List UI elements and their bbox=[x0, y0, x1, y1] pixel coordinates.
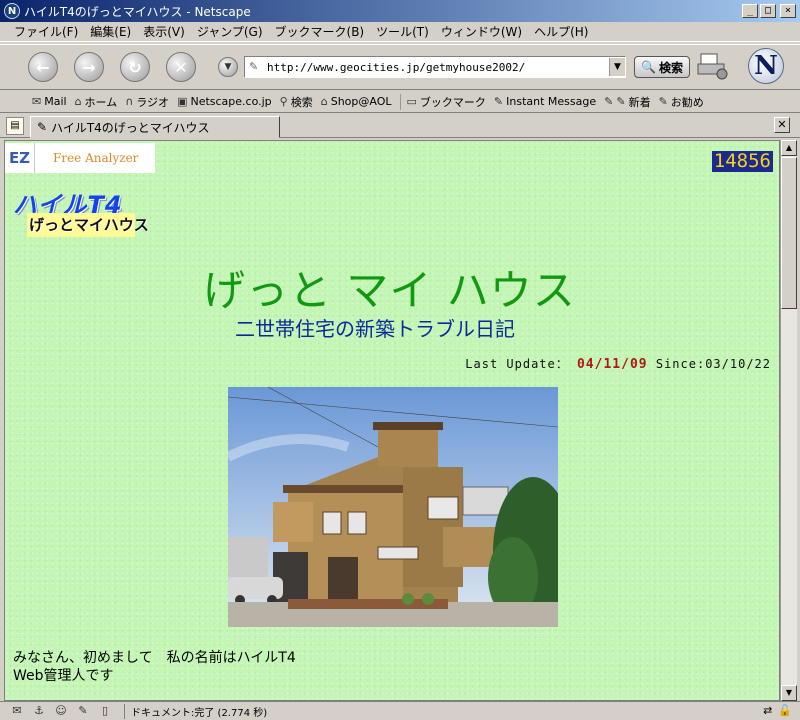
menu-tools[interactable]: ツール(T) bbox=[370, 23, 435, 40]
address-book-icon[interactable]: ▯ bbox=[96, 704, 114, 718]
my-icon: ▣ bbox=[177, 95, 188, 108]
page-icon: ✎ bbox=[658, 95, 668, 108]
menu-view[interactable]: 表示(V) bbox=[137, 23, 191, 40]
navigation-toolbar: ← → ↻ ✕ ▼ ✎ ▼ 🔍 検索 bbox=[0, 44, 800, 90]
security-lock-icon: 🔓 bbox=[778, 704, 792, 717]
site-logo: ハイルT4 げっとマイハウス bbox=[13, 185, 149, 239]
window-titlebar: N ハイルT4のげっとマイハウス - Netscape _ □ × bbox=[0, 0, 800, 22]
tab-bar: ▤ ✎ ハイルT4のげっとマイハウス ✕ bbox=[0, 114, 800, 138]
personal-home[interactable]: ⌂ ホーム bbox=[75, 94, 118, 110]
personal-search[interactable]: ⚲ 検索 bbox=[280, 94, 313, 110]
tab-label: ハイルT4のげっとマイハウス bbox=[51, 120, 210, 135]
url-bar: ✎ ▼ bbox=[244, 56, 626, 78]
stop-icon: ✕ bbox=[174, 57, 188, 77]
page-icon: ✎ bbox=[249, 60, 259, 73]
page-icon: ✎ bbox=[604, 95, 614, 108]
back-button[interactable]: ← bbox=[28, 52, 58, 82]
personal-toolbar: ✉ Mail ⌂ ホーム ∩ ラジオ ▣ Netscape.co.jp ⚲ 検索 ⌂ Sho… bbox=[0, 91, 800, 113]
personal-shop[interactable]: ⌂ Shop@AOL bbox=[321, 95, 392, 108]
folder-icon: ▭ bbox=[406, 95, 417, 108]
mail-icon: ✉ bbox=[32, 95, 42, 108]
ez-logo: EZ bbox=[5, 143, 35, 173]
page-icon: ✎ bbox=[616, 95, 626, 108]
house-photo bbox=[228, 387, 558, 627]
intro-text: みなさん、初めまして 私の名前はハイルT4 Web管理人です bbox=[13, 649, 296, 685]
scroll-thumb[interactable] bbox=[781, 157, 797, 309]
print-icon[interactable] bbox=[696, 50, 728, 80]
status-bar: ✉ ⚓ ☺ ✎ ▯ ドキュメント:完了 (2.774 秒) ⇄ 🔓 bbox=[0, 701, 800, 720]
personal-new[interactable]: ✎ ✎ 新着 bbox=[604, 94, 650, 110]
netscape-icon: N bbox=[4, 3, 20, 19]
page-icon: ✎ bbox=[493, 95, 504, 108]
intro-line-1: みなさん、初めまして 私の名前はハイルT4 bbox=[13, 650, 296, 666]
chevron-down-icon: ▼ bbox=[224, 62, 232, 72]
online-status-icon: ⇄ bbox=[763, 704, 773, 717]
stop-button[interactable]: ✕ bbox=[166, 52, 196, 82]
close-tab-button[interactable]: ✕ bbox=[774, 117, 790, 133]
since-label: Since:03/10/22 bbox=[655, 357, 771, 371]
maximize-button[interactable]: □ bbox=[760, 4, 776, 18]
forward-button[interactable]: → bbox=[74, 52, 104, 82]
minimize-button[interactable]: _ bbox=[742, 4, 758, 18]
personal-instant-message[interactable]: ✎ Instant Message bbox=[494, 95, 596, 108]
search-icon: 🔍 bbox=[641, 60, 656, 74]
last-update-line: Last Update： 04/11/09 Since:03/10/22 bbox=[465, 355, 771, 372]
menu-file[interactable]: ファイル(F) bbox=[8, 23, 84, 40]
menu-window[interactable]: ウィンドウ(W) bbox=[435, 23, 528, 40]
mail-icon[interactable]: ✉ bbox=[8, 704, 26, 718]
status-text: ドキュメント:完了 (2.774 秒) bbox=[124, 703, 267, 719]
personal-netscape[interactable]: ▣ Netscape.co.jp bbox=[177, 95, 272, 108]
tab-current[interactable]: ✎ ハイルT4のげっとマイハウス bbox=[30, 116, 280, 138]
search-button-label: 検索 bbox=[658, 60, 683, 75]
personal-radio[interactable]: ∩ ラジオ bbox=[125, 94, 169, 110]
personal-mail[interactable]: ✉ Mail bbox=[32, 95, 67, 108]
sidebar-toggle-icon[interactable]: ▤ bbox=[6, 117, 24, 135]
page-content: EZ Free Analyzer 14856 ハイルT4 げっとマイハウス げっ… bbox=[4, 140, 780, 701]
shop-icon: ⌂ bbox=[320, 95, 328, 108]
page-title: げっと マイ ハウス bbox=[203, 266, 576, 315]
scroll-up-button[interactable]: ▲ bbox=[781, 140, 797, 156]
menu-bar: ファイル(F) 編集(E) 表示(V) ジャンプ(G) ブックマーク(B) ツー… bbox=[0, 22, 800, 42]
url-input[interactable] bbox=[267, 60, 609, 74]
menu-edit[interactable]: 編集(E) bbox=[84, 23, 137, 40]
visitor-counter: 14856 bbox=[711, 150, 773, 172]
reload-button[interactable]: ↻ bbox=[120, 52, 150, 82]
menu-help[interactable]: ヘルプ(H) bbox=[528, 23, 594, 40]
vertical-scrollbar[interactable]: ▲ ▼ bbox=[780, 140, 797, 701]
url-history-dropdown[interactable]: ▼ bbox=[609, 58, 625, 76]
intro-line-2: Web管理人です bbox=[13, 668, 114, 684]
free-analyzer-label: Free Analyzer bbox=[53, 151, 139, 165]
personal-recommended[interactable]: ✎ お勧め bbox=[659, 94, 704, 110]
home-icon: ⌂ bbox=[74, 95, 82, 108]
netscape-logo[interactable]: N bbox=[748, 48, 784, 84]
composer-icon[interactable]: ✎ bbox=[74, 704, 92, 718]
navigator-icon[interactable]: ⚓ bbox=[30, 704, 48, 718]
toolbar-divider bbox=[399, 93, 401, 110]
menu-bookmarks[interactable]: ブックマーク(B) bbox=[269, 23, 371, 40]
menu-go[interactable]: ジャンプ(G) bbox=[191, 23, 269, 40]
back-arrow-icon: ← bbox=[36, 57, 50, 77]
forward-arrow-icon: → bbox=[82, 57, 96, 77]
window-title: ハイルT4のげっとマイハウス - Netscape bbox=[24, 4, 251, 19]
reload-icon: ↻ bbox=[128, 57, 142, 77]
free-analyzer-badge[interactable]: EZ Free Analyzer bbox=[5, 143, 155, 173]
last-update-label: Last Update： bbox=[465, 357, 569, 371]
logo-bottom-text: げっとマイハウス bbox=[27, 213, 149, 237]
page-icon: ✎ bbox=[37, 120, 48, 134]
url-dropdown-button[interactable]: ▼ bbox=[218, 57, 238, 77]
personal-bookmarks[interactable]: ▭ ブックマーク bbox=[407, 94, 486, 110]
instant-message-icon[interactable]: ☺ bbox=[52, 704, 70, 718]
page-subtitle: 二世帯住宅の新築トラブル日記 bbox=[235, 317, 515, 341]
scroll-down-button[interactable]: ▼ bbox=[781, 685, 797, 701]
last-update-date: 04/11/09 bbox=[576, 357, 648, 372]
search-button[interactable]: 🔍 検索 bbox=[634, 56, 690, 78]
close-window-button[interactable]: × bbox=[780, 4, 796, 18]
headphones-icon: ∩ bbox=[125, 95, 134, 108]
search-icon: ⚲ bbox=[279, 95, 288, 108]
